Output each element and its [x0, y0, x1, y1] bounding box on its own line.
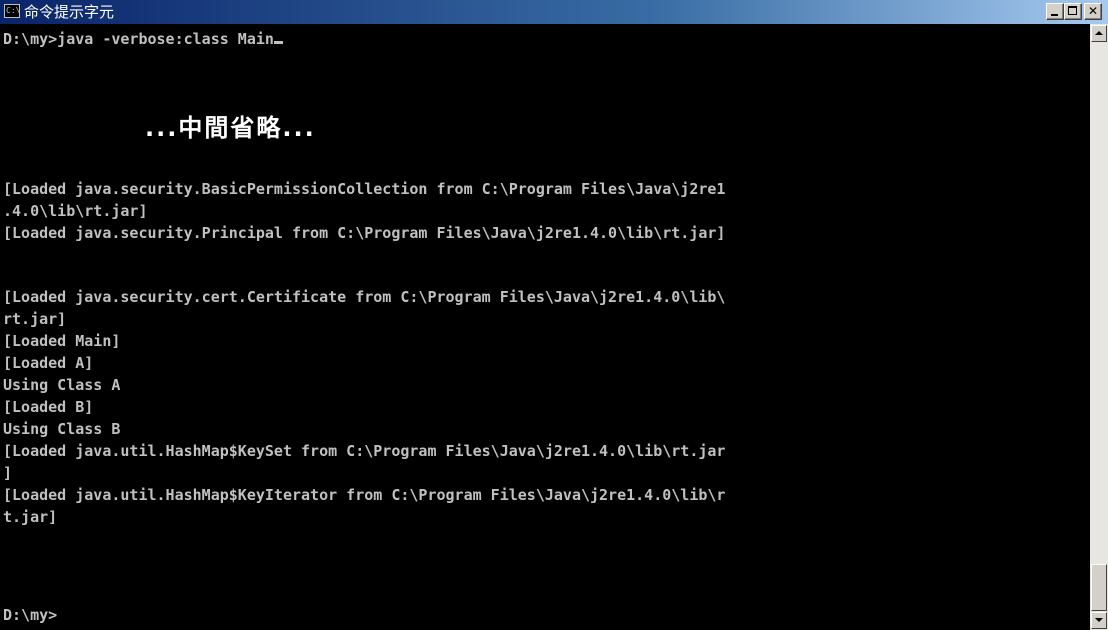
scroll-down-arrow-icon	[1095, 618, 1103, 622]
minimize-button[interactable]	[1046, 3, 1064, 20]
console-line: Using Class B	[3, 420, 121, 438]
scroll-thumb[interactable]	[1091, 564, 1107, 611]
vertical-scrollbar[interactable]	[1090, 24, 1108, 630]
console-line: [Loaded java.util.HashMap$KeyIterator fr…	[3, 486, 726, 504]
title-bar[interactable]: C:\ 命令提示字元 ✕	[0, 0, 1108, 24]
console-output-area[interactable]: D:\my>java -verbose:class Main ...中間省略..…	[0, 24, 1090, 630]
text-cursor	[273, 41, 283, 44]
command-text: D:\my>java -verbose:class Main	[3, 30, 274, 48]
omitted-note: ...中間省略...	[145, 114, 316, 142]
cmd-window-icon[interactable]: C:\	[4, 4, 20, 18]
console-line: ]	[3, 464, 13, 482]
console-line: [Loaded java.util.HashMap$KeySet from C:…	[3, 442, 726, 460]
maximize-button[interactable]	[1064, 3, 1082, 20]
command-line: D:\my>java -verbose:class Main	[3, 28, 283, 50]
window-title: 命令提示字元	[24, 3, 115, 21]
console-line: [Loaded Main]	[3, 332, 121, 350]
command-prompt-window: C:\ 命令提示字元 ✕ D:\my>java -verbose:class M…	[0, 0, 1108, 630]
console-line: [Loaded A]	[3, 354, 94, 372]
close-icon: ✕	[1087, 4, 1099, 18]
console-line: rt.jar]	[3, 310, 67, 328]
minimize-icon	[1051, 14, 1058, 16]
console-line: Using Class A	[3, 376, 121, 394]
console-line: [Loaded java.security.cert.Certificate f…	[3, 288, 726, 306]
console-line: [Loaded B]	[3, 398, 94, 416]
scroll-up-button[interactable]	[1091, 25, 1107, 42]
maximize-icon	[1068, 6, 1077, 15]
scroll-up-arrow-icon	[1095, 31, 1103, 35]
console-line: [Loaded java.security.Principal from C:\…	[3, 224, 726, 242]
scroll-down-button[interactable]	[1091, 612, 1107, 629]
prompt-line: D:\my>	[3, 606, 58, 624]
console-line: .4.0\lib\rt.jar]	[3, 202, 148, 220]
console-line: t.jar]	[3, 508, 58, 526]
console-line: [Loaded java.security.BasicPermissionCol…	[3, 180, 726, 198]
close-button[interactable]: ✕	[1084, 3, 1102, 20]
